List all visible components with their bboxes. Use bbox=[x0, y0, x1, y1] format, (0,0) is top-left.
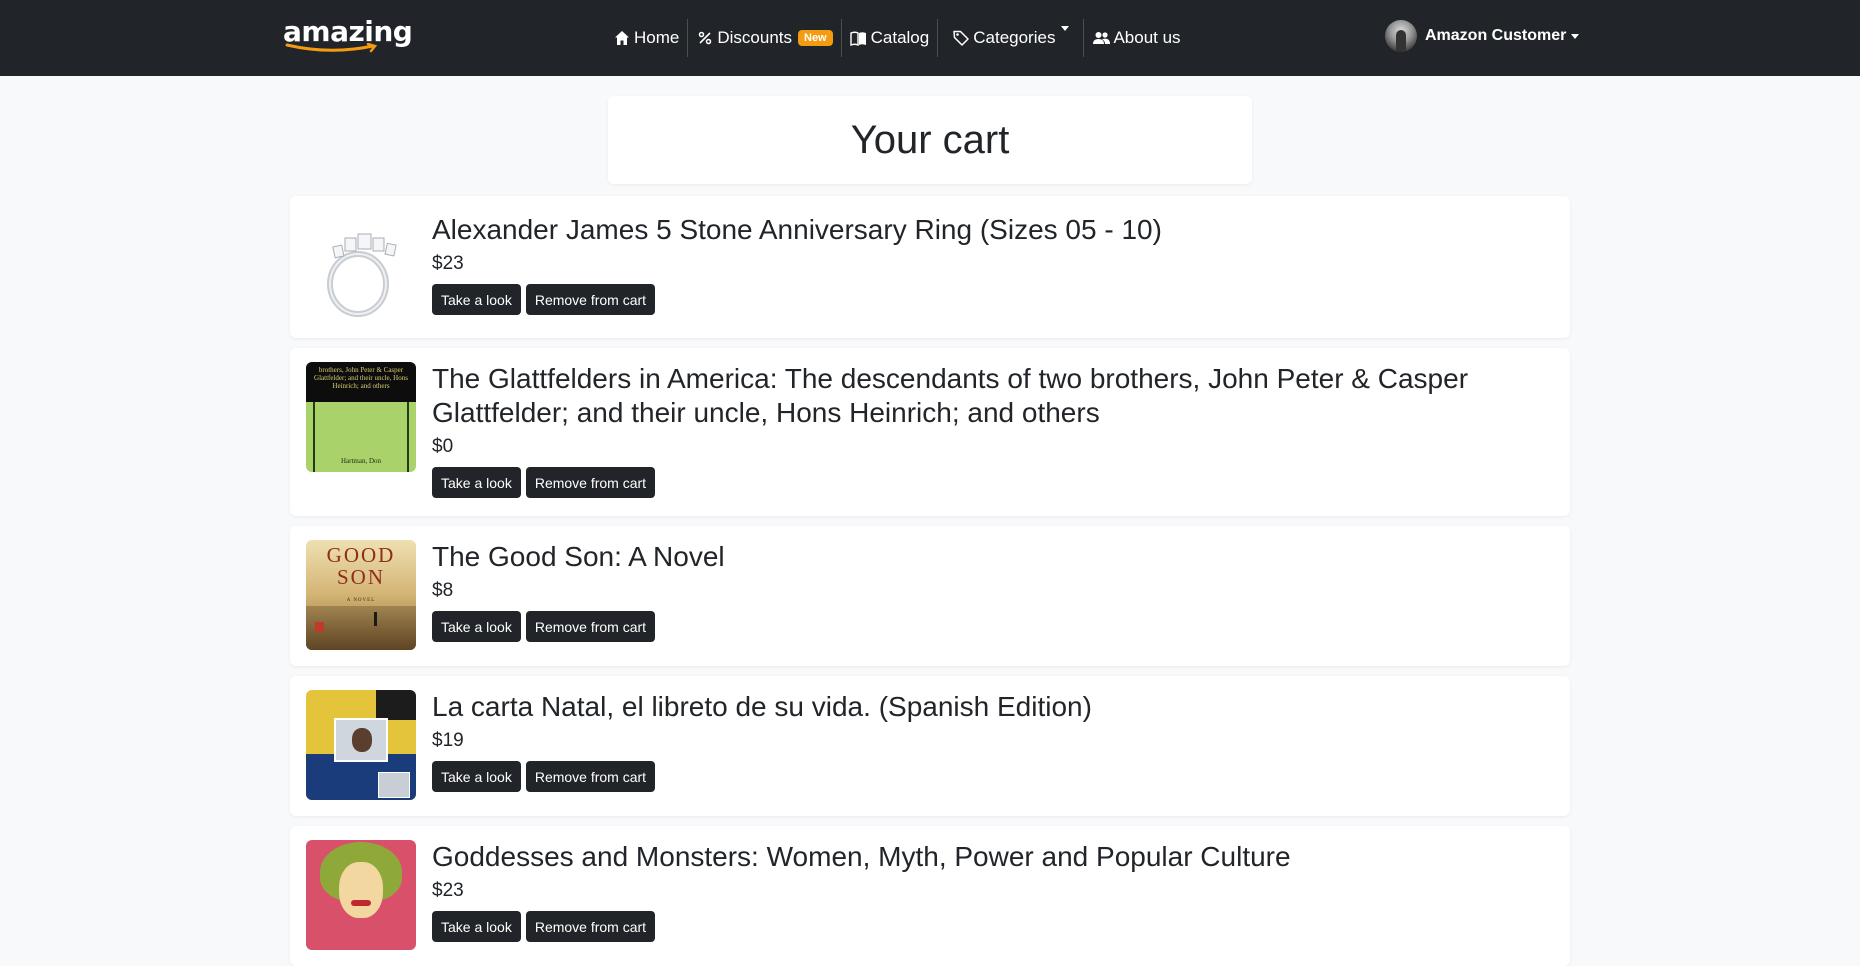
nav-about[interactable]: About us bbox=[1084, 19, 1188, 57]
product-image[interactable] bbox=[306, 690, 416, 800]
item-info: Alexander James 5 Stone Anniversary Ring… bbox=[432, 213, 1510, 315]
take-a-look-button[interactable]: Take a look bbox=[432, 911, 521, 942]
chevron-down-icon bbox=[1571, 33, 1580, 39]
item-price: $19 bbox=[432, 730, 464, 751]
nav-catalog-label: Catalog bbox=[870, 28, 930, 47]
chevron-down-icon bbox=[1061, 25, 1070, 31]
item-price: $23 bbox=[432, 880, 464, 901]
ring-image bbox=[327, 233, 397, 317]
book-cover-photo-small bbox=[378, 772, 410, 798]
cart-item: GOOD SON A NOVEL The Good Son: A Novel $… bbox=[290, 526, 1570, 666]
nav-catalog[interactable]: Catalog bbox=[842, 19, 938, 57]
item-title: Goddesses and Monsters: Women, Myth, Pow… bbox=[432, 841, 1291, 872]
item-title: The Glattfelders in America: The descend… bbox=[432, 363, 1469, 428]
remove-from-cart-button[interactable]: Remove from cart bbox=[525, 761, 656, 792]
main-nav: Home Discounts New Catalog Categories Ab… bbox=[605, 18, 1189, 58]
remove-from-cart-button[interactable]: Remove from cart bbox=[525, 467, 656, 498]
book-cover-block bbox=[376, 690, 416, 720]
item-actions: Take a look Remove from cart bbox=[432, 467, 1510, 498]
nav-categories-label: Categories bbox=[973, 28, 1056, 47]
nav-discounts-label: Discounts bbox=[717, 28, 792, 47]
item-info: The Good Son: A Novel $8 Take a look Rem… bbox=[432, 540, 1510, 642]
item-title: Alexander James 5 Stone Anniversary Ring… bbox=[432, 214, 1162, 245]
cart-item: Goddesses and Monsters: Women, Myth, Pow… bbox=[290, 826, 1570, 966]
cart-item: La carta Natal, el libreto de su vida. (… bbox=[290, 676, 1570, 816]
nav-home-label: Home bbox=[634, 28, 680, 47]
book-cover-face bbox=[339, 862, 383, 918]
page-title: Your cart bbox=[850, 117, 1010, 162]
brand-logo[interactable]: amazing bbox=[283, 18, 413, 46]
book-cover-figure bbox=[374, 612, 377, 626]
product-image[interactable]: GOOD SON A NOVEL bbox=[306, 540, 416, 650]
percent-icon bbox=[696, 29, 714, 47]
take-a-look-button[interactable]: Take a look bbox=[432, 284, 521, 315]
item-info: The Glattfelders in America: The descend… bbox=[432, 362, 1510, 498]
people-icon bbox=[1092, 29, 1110, 47]
item-actions: Take a look Remove from cart bbox=[432, 911, 1510, 942]
book-cover-lips bbox=[351, 900, 371, 906]
nav-about-label: About us bbox=[1113, 28, 1181, 47]
product-image[interactable] bbox=[306, 212, 416, 322]
product-image[interactable]: brothers, John Peter & Casper Glattfelde… bbox=[306, 362, 416, 472]
nav-discounts[interactable]: Discounts New bbox=[688, 19, 840, 57]
nav-categories[interactable]: Categories bbox=[938, 19, 1083, 57]
book-cover-title: GOOD SON bbox=[326, 543, 396, 589]
remove-from-cart-button[interactable]: Remove from cart bbox=[525, 611, 656, 642]
top-navbar: amazing Home Discounts New Catalog Categ… bbox=[0, 0, 1860, 76]
take-a-look-button[interactable]: Take a look bbox=[432, 611, 521, 642]
book-cover-portrait bbox=[352, 728, 372, 752]
item-price: $8 bbox=[432, 580, 454, 601]
tag-icon bbox=[952, 29, 970, 47]
take-a-look-button[interactable]: Take a look bbox=[432, 761, 521, 792]
item-actions: Take a look Remove from cart bbox=[432, 611, 1510, 642]
item-actions: Take a look Remove from cart bbox=[432, 284, 1510, 315]
cart-item: brothers, John Peter & Casper Glattfelde… bbox=[290, 348, 1570, 516]
product-image[interactable] bbox=[306, 840, 416, 950]
item-info: La carta Natal, el libreto de su vida. (… bbox=[432, 690, 1510, 792]
book-cover-photo bbox=[334, 718, 388, 762]
book-open-icon bbox=[850, 29, 868, 47]
item-title: La carta Natal, el libreto de su vida. (… bbox=[432, 691, 1092, 722]
item-info: Goddesses and Monsters: Women, Myth, Pow… bbox=[432, 840, 1510, 942]
house-icon bbox=[613, 29, 631, 47]
item-price: $23 bbox=[432, 253, 464, 274]
book-cover-text: brothers, John Peter & Casper Glattfelde… bbox=[314, 366, 408, 390]
item-title: The Good Son: A Novel bbox=[432, 541, 725, 572]
nav-home[interactable]: Home bbox=[605, 19, 687, 57]
new-badge: New bbox=[798, 30, 833, 46]
cart-item: Alexander James 5 Stone Anniversary Ring… bbox=[290, 196, 1570, 338]
book-cover-subtitle: A NOVEL bbox=[346, 598, 376, 603]
page-title-card: Your cart bbox=[608, 96, 1252, 184]
logo-smile-icon bbox=[285, 43, 378, 53]
user-menu[interactable]: Amazon Customer bbox=[1385, 20, 1580, 52]
user-name: Amazon Customer bbox=[1425, 27, 1567, 44]
item-actions: Take a look Remove from cart bbox=[432, 761, 1510, 792]
remove-from-cart-button[interactable]: Remove from cart bbox=[525, 911, 656, 942]
remove-from-cart-button[interactable]: Remove from cart bbox=[525, 284, 656, 315]
item-price: $0 bbox=[432, 436, 454, 457]
avatar bbox=[1385, 20, 1417, 52]
take-a-look-button[interactable]: Take a look bbox=[432, 467, 521, 498]
book-cover-emblem bbox=[315, 622, 324, 632]
book-cover-author: Hartman, Don bbox=[340, 457, 382, 465]
